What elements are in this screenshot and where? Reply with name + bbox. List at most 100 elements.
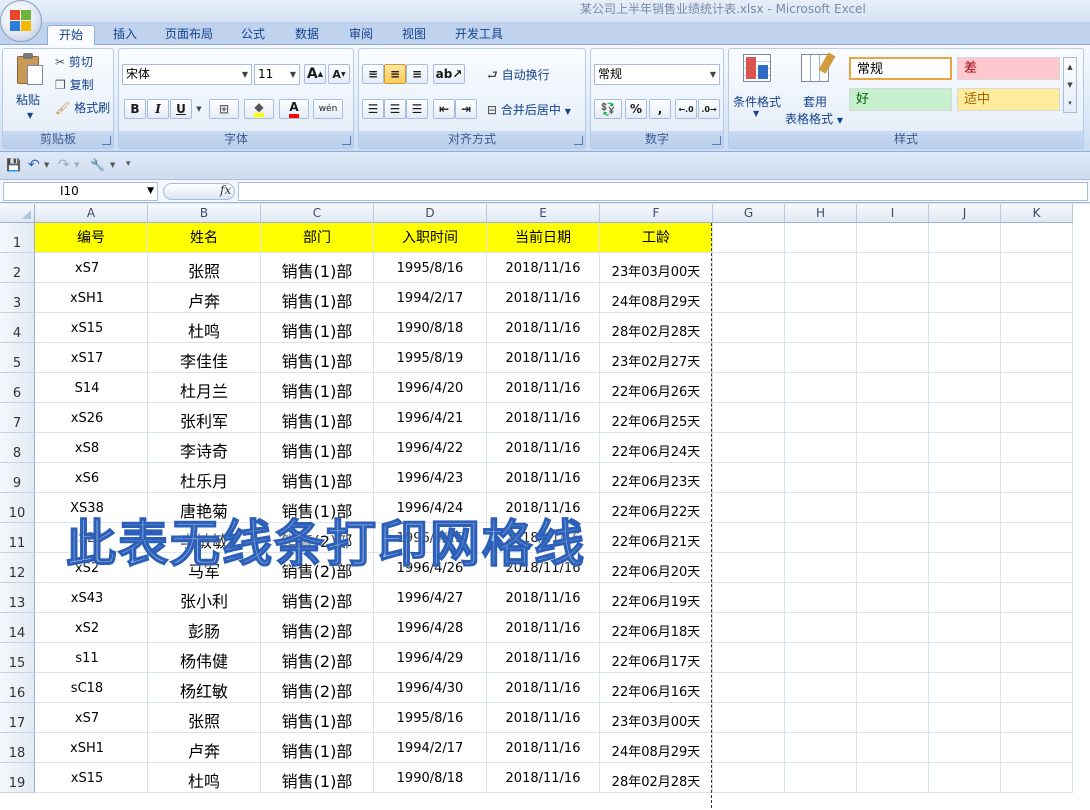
- cell-c3[interactable]: 销售(1)部: [261, 283, 374, 313]
- cell-f4[interactable]: 28年02月28天: [600, 313, 713, 343]
- merge-center-button[interactable]: ⊟ 合并后居中 ▼: [487, 101, 571, 118]
- cell-j9[interactable]: [929, 463, 1001, 493]
- cell-b4[interactable]: 杜鸣: [148, 313, 261, 343]
- cell-d14[interactable]: 1996/4/28: [374, 613, 487, 643]
- function-icon[interactable]: fx: [220, 183, 231, 197]
- grow-font-button[interactable]: A ▲: [304, 64, 326, 84]
- cell-g2[interactable]: [713, 253, 785, 283]
- cell-j15[interactable]: [929, 643, 1001, 673]
- cell-g1[interactable]: [713, 223, 785, 253]
- cell-h19[interactable]: [785, 763, 857, 793]
- office-button[interactable]: [0, 0, 42, 42]
- cell-i14[interactable]: [857, 613, 929, 643]
- underline-button[interactable]: U: [170, 99, 192, 119]
- cell-g6[interactable]: [713, 373, 785, 403]
- cell-d7[interactable]: 1996/4/21: [374, 403, 487, 433]
- tab-review[interactable]: 审阅: [341, 25, 381, 45]
- cell-g16[interactable]: [713, 673, 785, 703]
- cell-d18[interactable]: 1994/2/17: [374, 733, 487, 763]
- cell-f2[interactable]: 23年03月00天: [600, 253, 713, 283]
- cell-j8[interactable]: [929, 433, 1001, 463]
- cell-i2[interactable]: [857, 253, 929, 283]
- cell-h10[interactable]: [785, 493, 857, 523]
- tab-data[interactable]: 数据: [287, 25, 327, 45]
- cell-k10[interactable]: [1001, 493, 1073, 523]
- cell-j6[interactable]: [929, 373, 1001, 403]
- cell-i17[interactable]: [857, 703, 929, 733]
- cell-e4[interactable]: 2018/11/16: [487, 313, 600, 343]
- cell-j12[interactable]: [929, 553, 1001, 583]
- cell-h8[interactable]: [785, 433, 857, 463]
- formula-input[interactable]: [238, 182, 1088, 201]
- cell-k2[interactable]: [1001, 253, 1073, 283]
- styles-scroll[interactable]: ▲ ▼ ▾: [1063, 57, 1077, 113]
- cell-d10[interactable]: 1996/4/24: [374, 493, 487, 523]
- align-center-icon[interactable]: ☰: [384, 99, 406, 119]
- cell-h3[interactable]: [785, 283, 857, 313]
- cell-i13[interactable]: [857, 583, 929, 613]
- cell-k6[interactable]: [1001, 373, 1073, 403]
- style-neutral[interactable]: 适中: [957, 88, 1060, 111]
- cell-e1[interactable]: 当前日期: [487, 223, 600, 253]
- cell-i7[interactable]: [857, 403, 929, 433]
- cell-j14[interactable]: [929, 613, 1001, 643]
- cell-g9[interactable]: [713, 463, 785, 493]
- cell-c1[interactable]: 部门: [261, 223, 374, 253]
- redo-icon[interactable]: ↷: [58, 157, 70, 173]
- cell-d1[interactable]: 入职时间: [374, 223, 487, 253]
- cell-j1[interactable]: [929, 223, 1001, 253]
- cell-i18[interactable]: [857, 733, 929, 763]
- cell-c6[interactable]: 销售(1)部: [261, 373, 374, 403]
- cell-i9[interactable]: [857, 463, 929, 493]
- decrease-indent-icon[interactable]: ⇤: [433, 99, 455, 119]
- cell-e13[interactable]: 2018/11/16: [487, 583, 600, 613]
- font-name-combo[interactable]: 宋体 ▼: [122, 64, 252, 85]
- cell-b8[interactable]: 李诗奇: [148, 433, 261, 463]
- cell-f15[interactable]: 22年06月17天: [600, 643, 713, 673]
- cell-i19[interactable]: [857, 763, 929, 793]
- cell-f12[interactable]: 22年06月20天: [600, 553, 713, 583]
- cell-e10[interactable]: 2018/11/16: [487, 493, 600, 523]
- column-header-i[interactable]: I: [857, 204, 929, 223]
- cell-a18[interactable]: xSH1: [35, 733, 148, 763]
- undo-icon[interactable]: ↶: [28, 157, 40, 173]
- alignment-launcher-icon[interactable]: [574, 136, 583, 145]
- font-color-button[interactable]: A: [279, 99, 309, 119]
- cell-e2[interactable]: 2018/11/16: [487, 253, 600, 283]
- cell-f7[interactable]: 22年06月25天: [600, 403, 713, 433]
- italic-button[interactable]: I: [147, 99, 169, 119]
- cell-g12[interactable]: [713, 553, 785, 583]
- cell-i15[interactable]: [857, 643, 929, 673]
- cell-k7[interactable]: [1001, 403, 1073, 433]
- cell-a6[interactable]: S14: [35, 373, 148, 403]
- column-header-d[interactable]: D: [374, 204, 487, 223]
- cell-c4[interactable]: 销售(1)部: [261, 313, 374, 343]
- decrease-decimal-icon[interactable]: .0→: [698, 99, 720, 119]
- cell-i12[interactable]: [857, 553, 929, 583]
- cell-k13[interactable]: [1001, 583, 1073, 613]
- cell-h15[interactable]: [785, 643, 857, 673]
- cell-h1[interactable]: [785, 223, 857, 253]
- copy-button[interactable]: ❐ 复制: [55, 76, 94, 93]
- cell-g4[interactable]: [713, 313, 785, 343]
- cell-c5[interactable]: 销售(1)部: [261, 343, 374, 373]
- chevron-down-icon[interactable]: ▼: [753, 109, 759, 118]
- cell-d5[interactable]: 1995/8/19: [374, 343, 487, 373]
- bold-button[interactable]: B: [124, 99, 146, 119]
- cell-f11[interactable]: 22年06月21天: [600, 523, 713, 553]
- table-format-button[interactable]: 表格格式 ▼: [785, 110, 843, 127]
- format-painter-button[interactable]: 🖌 格式刷: [55, 99, 110, 116]
- cell-d16[interactable]: 1996/4/30: [374, 673, 487, 703]
- conditional-format-button[interactable]: 条件格式: [733, 93, 781, 110]
- cell-h7[interactable]: [785, 403, 857, 433]
- underline-dropdown-icon[interactable]: ▼: [193, 99, 205, 119]
- cell-h13[interactable]: [785, 583, 857, 613]
- cell-d6[interactable]: 1996/4/20: [374, 373, 487, 403]
- cell-g11[interactable]: [713, 523, 785, 553]
- cell-i10[interactable]: [857, 493, 929, 523]
- cell-c17[interactable]: 销售(1)部: [261, 703, 374, 733]
- name-box[interactable]: I10 ▼: [3, 182, 158, 201]
- column-header-g[interactable]: G: [713, 204, 785, 223]
- cell-k15[interactable]: [1001, 643, 1073, 673]
- cell-k9[interactable]: [1001, 463, 1073, 493]
